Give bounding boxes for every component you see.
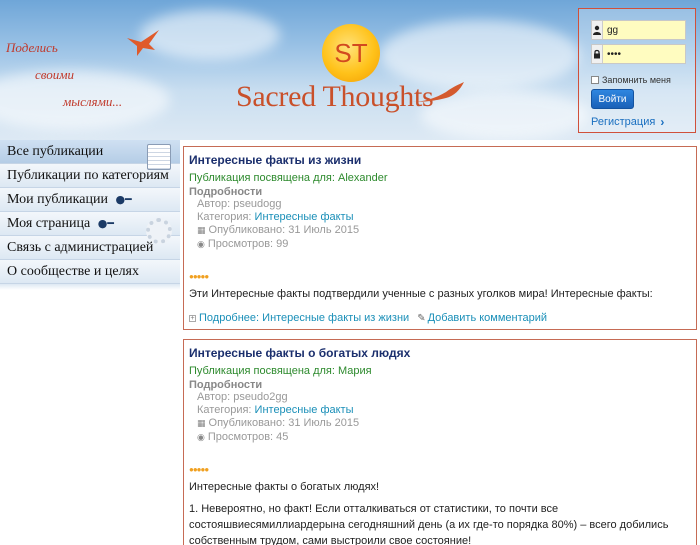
sidebar-footer xyxy=(0,284,180,290)
post-excerpt: Эти Интересные факты подтвердили ученные… xyxy=(189,288,653,300)
post-dedication: Публикация посвящена для: Alexander xyxy=(189,172,388,184)
tagline-line-2: своими xyxy=(35,67,75,82)
post-views-text: Просмотров: 45 xyxy=(207,431,289,443)
login-button[interactable]: Войти xyxy=(591,89,634,109)
eye-icon: ◉ xyxy=(197,433,205,443)
feather-icon xyxy=(412,82,464,102)
key-icon: ●━ xyxy=(115,193,132,206)
login-form: Запомнить меня Войти Регистрация › xyxy=(578,8,700,133)
post-dedication: Публикация посвящена для: Мария xyxy=(189,365,372,377)
post-author: Автор: pseudogg xyxy=(197,198,282,210)
post-category-prefix: Категория: xyxy=(197,404,255,416)
post-category-link[interactable]: Интересные факты xyxy=(255,211,354,223)
sidebar-item-about[interactable]: О сообществе и целях xyxy=(0,260,180,284)
post-category: Категория: Интересные факты xyxy=(189,404,691,417)
post-views-text: Просмотров: 99 xyxy=(207,238,289,250)
post-title[interactable]: Интересные факты из жизни xyxy=(189,153,691,167)
post-card: Интересные факты о богатых людях Публика… xyxy=(183,339,697,545)
add-comment-label: Добавить комментарий xyxy=(427,312,548,324)
add-comment-link[interactable]: ✎ Добавить комментарий xyxy=(417,312,547,324)
remember-label: Запомнить меня xyxy=(602,75,671,85)
remember-checkbox[interactable] xyxy=(591,76,599,84)
post-title[interactable]: Интересные факты о богатых людях xyxy=(189,346,691,360)
post-published: ▦ Опубликовано: 31 Июль 2015 xyxy=(189,417,691,431)
tagline-line-1: Поделись xyxy=(6,40,58,55)
eye-icon: ◉ xyxy=(197,240,205,250)
post-category-link[interactable]: Интересные факты xyxy=(255,404,354,416)
user-icon xyxy=(592,21,603,39)
calendar-icon: ▦ xyxy=(197,419,206,429)
register-link[interactable]: Регистрация › xyxy=(591,115,664,129)
remember-me[interactable]: Запомнить меня xyxy=(591,75,671,85)
post-published-text: Опубликовано: 31 Июль 2015 xyxy=(208,417,360,429)
calendar-icon: ▦ xyxy=(197,226,206,236)
username-field[interactable] xyxy=(591,20,700,40)
post-paragraph: 1. Невероятно, но факт! Если отталкивать… xyxy=(189,503,669,545)
password-input[interactable] xyxy=(603,45,700,63)
post-author: Автор: pseudo2gg xyxy=(197,391,288,403)
sidebar-item-label: Связь с администрацией xyxy=(7,240,154,255)
bird-icon xyxy=(127,30,159,56)
register-label: Регистрация xyxy=(591,116,656,128)
site-header: Поделись своими мыслями... ST Sacred Tho… xyxy=(0,0,700,140)
post-published-text: Опубликовано: 31 Июль 2015 xyxy=(208,224,360,236)
post-excerpt: Интересные факты о богатых людях! xyxy=(189,481,380,493)
username-input[interactable] xyxy=(603,21,700,39)
tagline-line-3: мыслями... xyxy=(63,94,123,109)
read-more-label: Подробнее: Интересные факты из жизни xyxy=(199,312,410,324)
post-category-prefix: Категория: xyxy=(197,211,255,223)
post-published: ▦ Опубликовано: 31 Июль 2015 xyxy=(189,224,691,238)
lock-icon xyxy=(592,45,603,63)
pencil-icon: ✎ xyxy=(417,313,426,324)
sidebar-item-label: О сообществе и целях xyxy=(7,264,139,279)
post-details-heading: Подробности xyxy=(189,379,263,391)
gear-icon xyxy=(146,218,172,244)
logo-mark[interactable]: ST xyxy=(322,24,380,82)
sidebar-item-label: Мои публикации xyxy=(7,192,108,207)
cloud-decoration xyxy=(140,10,280,60)
post-details-heading: Подробности xyxy=(189,186,263,198)
sidebar-nav: Все публикации Публикации по категориям … xyxy=(0,140,180,290)
logo-text[interactable]: Sacred Thoughts xyxy=(236,80,434,114)
sidebar-item-label: Публикации по категориям xyxy=(7,168,169,183)
sidebar-item-my-posts[interactable]: Мои публикации ●━ xyxy=(0,188,180,212)
sidebar-item-label: Все публикации xyxy=(7,144,104,159)
read-more-link[interactable]: + Подробнее: Интересные факты из жизни xyxy=(189,312,409,324)
post-category: Категория: Интересные факты xyxy=(189,211,691,224)
notepad-icon xyxy=(147,144,171,170)
rating-stars[interactable]: ●●●●● xyxy=(189,272,691,281)
key-icon: ●━ xyxy=(97,217,114,230)
post-actions: + Подробнее: Интересные факты из жизни ✎ Д… xyxy=(189,312,691,324)
chevron-right-icon: › xyxy=(660,115,665,129)
post-card: Интересные факты из жизни Публикация пос… xyxy=(183,146,697,330)
rating-stars[interactable]: ●●●●● xyxy=(189,465,691,474)
plus-icon: + xyxy=(189,315,196,322)
sidebar-item-label: Моя страница xyxy=(7,216,91,231)
post-views: ◉ Просмотров: 45 xyxy=(189,431,691,445)
post-views: ◉ Просмотров: 99 xyxy=(189,238,691,252)
password-field[interactable] xyxy=(591,44,700,64)
